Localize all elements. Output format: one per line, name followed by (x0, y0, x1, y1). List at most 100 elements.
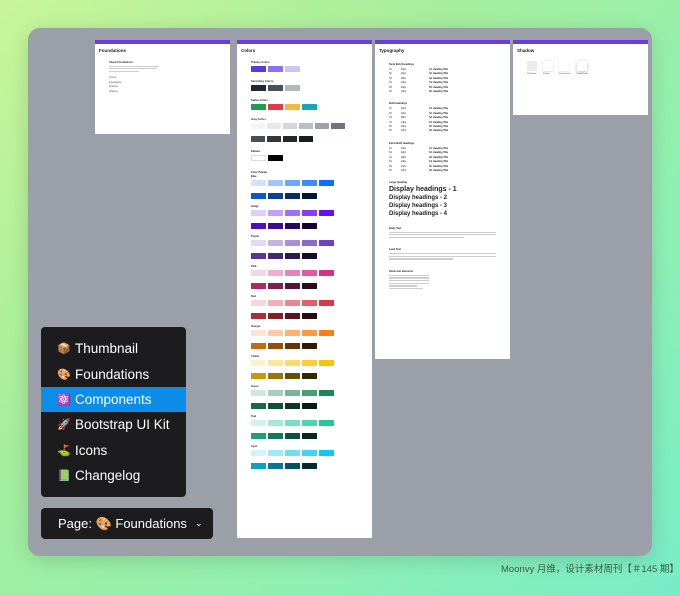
color-swatch[interactable] (285, 373, 300, 379)
color-swatch[interactable] (285, 300, 300, 306)
menu-item-changelog[interactable]: 📗 Changelog (41, 463, 186, 488)
color-swatch[interactable] (267, 123, 281, 129)
menu-item-foundations[interactable]: 🎨 Foundations (41, 361, 186, 386)
color-swatch[interactable] (267, 136, 281, 142)
color-swatch[interactable] (251, 403, 266, 409)
color-swatch[interactable] (285, 223, 300, 229)
color-swatch[interactable] (268, 85, 283, 91)
menu-item-components[interactable]: ⚛️ Components (41, 386, 186, 413)
menu-item-bootstrap-ui-kit[interactable]: 🚀 Bootstrap UI Kit (41, 412, 186, 437)
color-swatch[interactable] (268, 450, 283, 456)
color-swatch[interactable] (302, 193, 317, 199)
color-swatch[interactable] (251, 193, 266, 199)
link-item[interactable]: Spacing (109, 90, 230, 95)
frame-colors[interactable]: Colors Primary Colors Secondary Colors Sta… (237, 40, 372, 538)
color-swatch[interactable] (251, 66, 266, 72)
color-swatch[interactable] (285, 463, 300, 469)
color-swatch[interactable] (251, 210, 266, 216)
color-swatch[interactable] (302, 330, 317, 336)
color-swatch[interactable] (251, 463, 266, 469)
color-swatch[interactable] (285, 420, 300, 426)
color-swatch[interactable] (299, 136, 313, 142)
color-swatch[interactable] (251, 240, 266, 246)
color-swatch[interactable] (268, 283, 283, 289)
color-swatch[interactable] (302, 270, 317, 276)
color-swatch[interactable] (251, 283, 266, 289)
color-swatch[interactable] (319, 420, 334, 426)
color-swatch[interactable] (285, 360, 300, 366)
color-swatch[interactable] (302, 180, 317, 186)
color-swatch[interactable] (251, 420, 266, 426)
color-swatch[interactable] (302, 283, 317, 289)
color-swatch[interactable] (251, 360, 266, 366)
color-swatch[interactable] (302, 253, 317, 259)
color-swatch[interactable] (285, 85, 300, 91)
page-selector[interactable]: Page: 🎨 Foundations ⌄ (41, 508, 213, 539)
color-swatch[interactable] (251, 433, 266, 439)
color-swatch[interactable] (285, 240, 300, 246)
color-swatch[interactable] (285, 180, 300, 186)
color-swatch[interactable] (285, 403, 300, 409)
color-swatch[interactable] (319, 270, 334, 276)
color-swatch[interactable] (302, 300, 317, 306)
color-swatch[interactable] (251, 223, 266, 229)
color-swatch[interactable] (285, 313, 300, 319)
color-swatch[interactable] (319, 390, 334, 396)
color-swatch[interactable] (319, 360, 334, 366)
color-swatch[interactable] (251, 313, 266, 319)
color-swatch[interactable] (299, 123, 313, 129)
color-swatch[interactable] (302, 450, 317, 456)
color-swatch[interactable] (268, 420, 283, 426)
color-swatch[interactable] (268, 253, 283, 259)
color-swatch[interactable] (268, 300, 283, 306)
color-swatch[interactable] (251, 300, 266, 306)
color-swatch[interactable] (315, 123, 329, 129)
color-swatch[interactable] (319, 300, 334, 306)
color-swatch[interactable] (283, 136, 297, 142)
color-swatch[interactable] (285, 343, 300, 349)
color-swatch[interactable] (268, 390, 283, 396)
frame-shadow[interactable]: Shadow No Shadow Shadow Shadow Small Sha… (513, 40, 648, 115)
color-swatch[interactable] (268, 270, 283, 276)
color-swatch[interactable] (251, 450, 266, 456)
color-swatch[interactable] (251, 85, 266, 91)
color-swatch[interactable] (319, 330, 334, 336)
color-swatch[interactable] (251, 253, 266, 259)
color-swatch[interactable] (285, 450, 300, 456)
frame-typography[interactable]: Typography Semi Bold Headings h1 40px h1. … (375, 40, 510, 359)
color-swatch[interactable] (251, 180, 266, 186)
color-swatch[interactable] (285, 193, 300, 199)
color-swatch[interactable] (285, 270, 300, 276)
color-swatch[interactable] (302, 420, 317, 426)
color-swatch[interactable] (268, 223, 283, 229)
color-swatch[interactable] (285, 330, 300, 336)
color-swatch[interactable] (302, 373, 317, 379)
color-swatch[interactable] (285, 253, 300, 259)
color-swatch[interactable] (268, 193, 283, 199)
color-swatch[interactable] (268, 330, 283, 336)
color-swatch[interactable] (268, 403, 283, 409)
color-swatch[interactable] (319, 450, 334, 456)
menu-item-icons[interactable]: ⛳ Icons (41, 438, 186, 463)
color-swatch[interactable] (251, 343, 266, 349)
color-swatch[interactable] (285, 104, 300, 110)
color-swatch[interactable] (251, 155, 266, 161)
color-swatch[interactable] (319, 180, 334, 186)
color-swatch[interactable] (251, 373, 266, 379)
color-swatch[interactable] (331, 123, 345, 129)
color-swatch[interactable] (302, 343, 317, 349)
color-swatch[interactable] (268, 66, 283, 72)
color-swatch[interactable] (251, 123, 265, 129)
color-swatch[interactable] (302, 463, 317, 469)
color-swatch[interactable] (285, 66, 300, 72)
color-swatch[interactable] (302, 240, 317, 246)
color-swatch[interactable] (319, 240, 334, 246)
color-swatch[interactable] (268, 240, 283, 246)
color-swatch[interactable] (285, 283, 300, 289)
color-swatch[interactable] (285, 433, 300, 439)
color-swatch[interactable] (268, 313, 283, 319)
color-swatch[interactable] (319, 210, 334, 216)
color-swatch[interactable] (302, 313, 317, 319)
color-swatch[interactable] (268, 180, 283, 186)
color-swatch[interactable] (268, 343, 283, 349)
